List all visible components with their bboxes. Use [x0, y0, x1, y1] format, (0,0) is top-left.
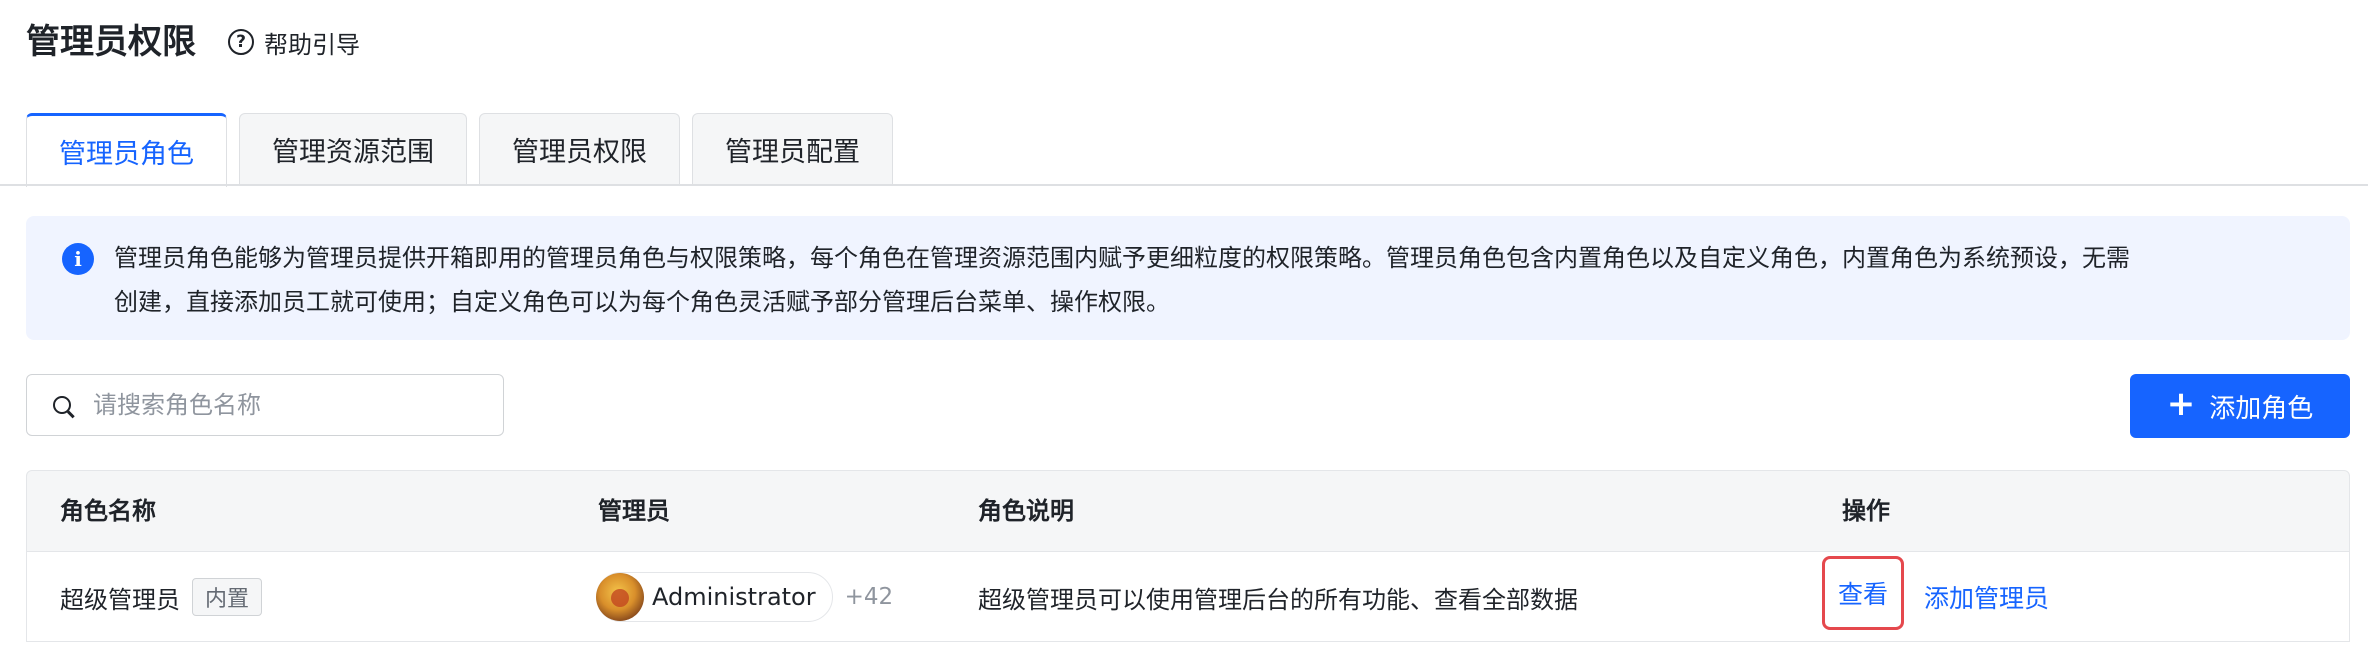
- column-header-description: 角色说明: [978, 497, 1074, 525]
- add-role-button[interactable]: + 添加角色: [2130, 374, 2350, 438]
- tab-admin-permissions[interactable]: 管理员权限: [479, 113, 680, 185]
- page-title: 管理员权限: [26, 22, 196, 62]
- help-guide-label: 帮助引导: [264, 30, 360, 59]
- role-name-cell: 超级管理员 内置: [60, 552, 263, 642]
- more-admins-count[interactable]: +42: [845, 584, 894, 610]
- role-description: 超级管理员可以使用管理后台的所有功能、查看全部数据: [978, 585, 1578, 614]
- tab-admin-roles[interactable]: 管理员角色: [26, 113, 227, 187]
- info-banner-line-2: 创建，直接添加员工就可使用；自定义角色可以为每个角色灵活赋予部分管理后台菜单、操…: [114, 288, 1170, 316]
- info-banner-text: 管理员角色能够为管理员提供开箱即用的管理员角色与权限策略，每个角色在管理资源范围…: [114, 236, 2314, 324]
- admin-name: Administrator: [652, 583, 816, 611]
- help-guide-link[interactable]: ? 帮助引导: [228, 22, 360, 62]
- add-admin-link[interactable]: 添加管理员: [1924, 579, 2049, 615]
- view-button-highlight: 查看: [1822, 556, 1904, 630]
- avatar: [596, 573, 644, 621]
- info-icon: i: [62, 243, 94, 275]
- add-role-label: 添加角色: [2209, 393, 2314, 424]
- actions-cell: 添加管理员: [1924, 552, 2049, 642]
- description-cell: 超级管理员可以使用管理后台的所有功能、查看全部数据: [978, 552, 1578, 642]
- search-input[interactable]: [91, 390, 475, 420]
- role-name: 超级管理员: [60, 585, 180, 614]
- search-icon: [53, 396, 71, 414]
- admins-cell: Administrator +42: [596, 552, 893, 642]
- admin-chip[interactable]: Administrator: [596, 572, 833, 622]
- view-button[interactable]: 查看: [1838, 575, 1888, 611]
- info-banner-line-1: 管理员角色能够为管理员提供开箱即用的管理员角色与权限策略，每个角色在管理资源范围…: [114, 244, 2130, 272]
- tab-resource-scope[interactable]: 管理资源范围: [239, 113, 467, 185]
- builtin-tag: 内置: [192, 578, 263, 616]
- tab-admin-config[interactable]: 管理员配置: [692, 113, 893, 185]
- column-header-actions: 操作: [1842, 497, 1890, 525]
- column-header-role-name: 角色名称: [60, 497, 156, 525]
- plus-icon: +: [2166, 384, 2196, 424]
- question-circle-icon: ?: [228, 29, 254, 55]
- tab-bar: 管理员角色 管理资源范围 管理员权限 管理员配置: [26, 113, 893, 187]
- table-header: [26, 470, 2350, 552]
- tab-divider: [0, 184, 2368, 186]
- column-header-admins: 管理员: [598, 497, 670, 525]
- search-box[interactable]: [26, 374, 504, 436]
